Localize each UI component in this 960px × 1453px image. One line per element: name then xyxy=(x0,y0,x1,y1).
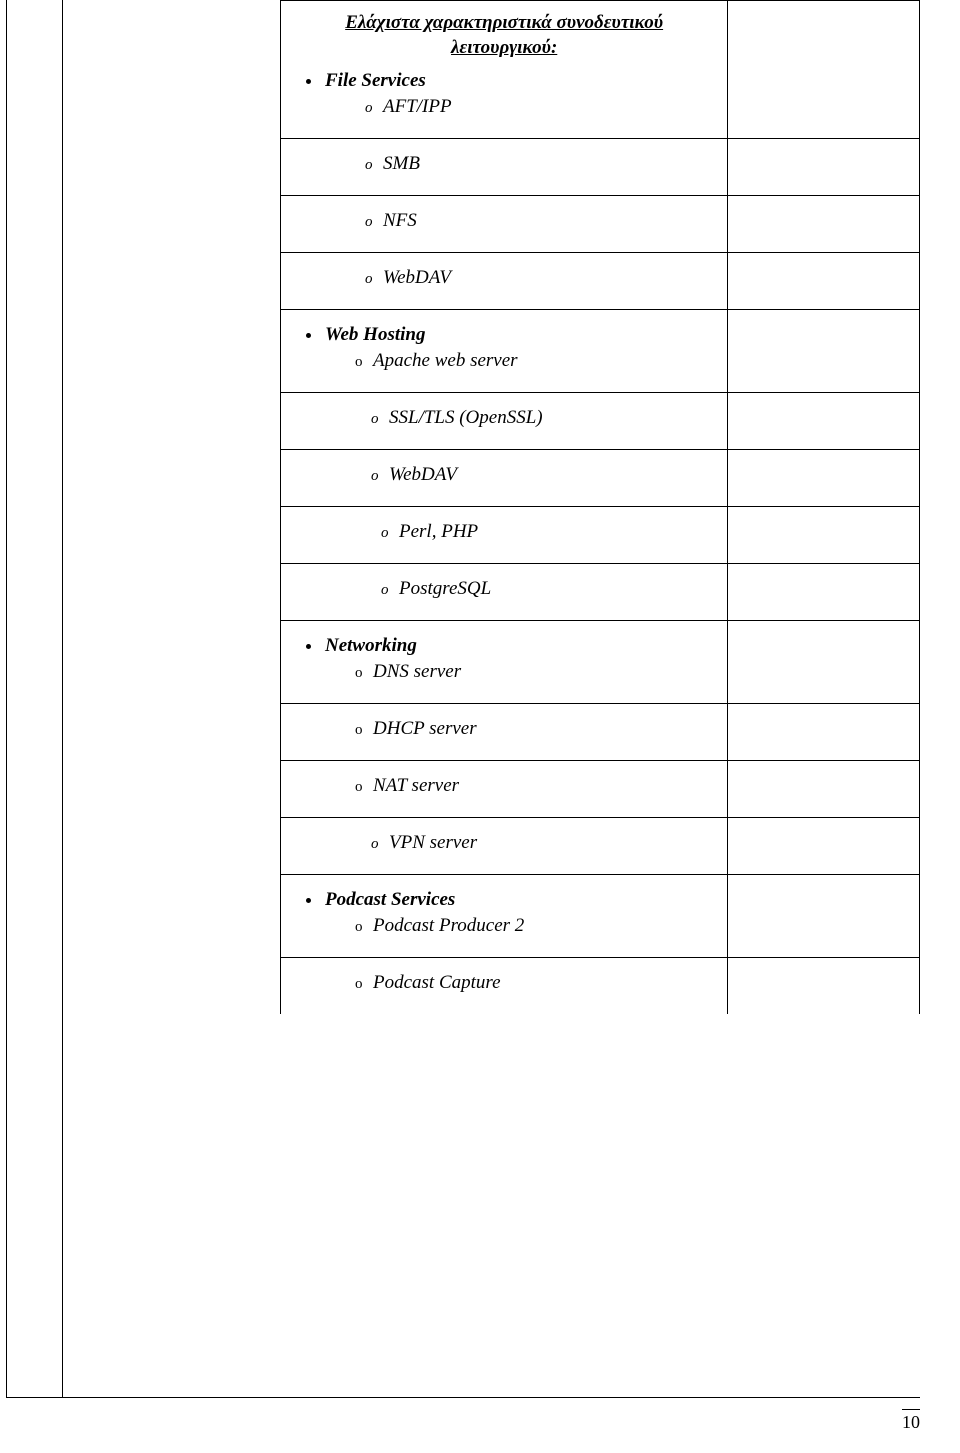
item-perl: Perl, PHP xyxy=(399,521,478,542)
item-nat: NAT server xyxy=(373,775,459,796)
footer-rule xyxy=(6,1397,920,1398)
item-dhcp: DHCP server xyxy=(373,718,477,739)
cell-webdav: oWebDAV xyxy=(281,253,728,310)
item-nfs: NFS xyxy=(383,210,417,231)
cell-empty xyxy=(728,958,920,1015)
section-title: Ελάχιστα χαρακτηριστικά συνοδευτικού λει… xyxy=(293,11,715,60)
item-vpn: VPN server xyxy=(389,832,477,853)
table-row: oVPN server xyxy=(281,818,920,875)
cell-dhcp: oDHCP server xyxy=(281,704,728,761)
cell-podcast: Podcast Services oPodcast Producer 2 xyxy=(281,875,728,958)
cell-capture: oPodcast Capture xyxy=(281,958,728,1015)
page-number: 10 xyxy=(902,1409,920,1433)
cell-networking: Networking oDNS server xyxy=(281,621,728,704)
cell-nfs: oNFS xyxy=(281,196,728,253)
table-row: oNAT server xyxy=(281,761,920,818)
item-smb: SMB xyxy=(383,153,420,174)
cell-vpn: oVPN server xyxy=(281,818,728,875)
item-postgres: PostgreSQL xyxy=(399,578,491,599)
item-capture: Podcast Capture xyxy=(373,972,501,993)
item-producer: Podcast Producer 2 xyxy=(373,915,524,936)
title-line1: Ελάχιστα χαρακτηριστικά συνοδευτικού xyxy=(345,12,663,33)
table-row: Networking oDNS server xyxy=(281,621,920,704)
networking-header: Networking xyxy=(323,635,715,657)
cell-postgres: oPostgreSQL xyxy=(281,564,728,621)
table-row: oSMB xyxy=(281,139,920,196)
cell-empty xyxy=(728,704,920,761)
cell-empty xyxy=(728,875,920,958)
file-services-header: File Services xyxy=(323,70,715,92)
table-row: oPerl, PHP xyxy=(281,507,920,564)
table-row: oDHCP server xyxy=(281,704,920,761)
cell-empty xyxy=(728,139,920,196)
spec-table: Ελάχιστα χαρακτηριστικά συνοδευτικού λει… xyxy=(280,0,920,1014)
item-dns: DNS server xyxy=(373,661,461,682)
cell-smb: oSMB xyxy=(281,139,728,196)
cell-empty xyxy=(728,253,920,310)
table-row: oWebDAV xyxy=(281,253,920,310)
item-webdav: WebDAV xyxy=(383,267,451,288)
web-hosting-header: Web Hosting xyxy=(323,324,715,346)
table-row: oSSL/TLS (OpenSSL) xyxy=(281,393,920,450)
cell-webhosting: Web Hosting oApache web server xyxy=(281,310,728,393)
cell-empty xyxy=(728,761,920,818)
table-row: oNFS xyxy=(281,196,920,253)
title-line2: λειτουργικού: xyxy=(451,37,557,58)
item-webdav2: WebDAV xyxy=(389,464,457,485)
item-aft: oAFT/IPP xyxy=(293,96,715,118)
cell-ssl: oSSL/TLS (OpenSSL) xyxy=(281,393,728,450)
cell-empty xyxy=(728,507,920,564)
table-row: oPostgreSQL xyxy=(281,564,920,621)
item-ssl: SSL/TLS (OpenSSL) xyxy=(389,407,543,428)
cell-empty xyxy=(728,450,920,507)
cell-empty xyxy=(728,196,920,253)
cell-empty xyxy=(728,818,920,875)
table-row: oPodcast Capture xyxy=(281,958,920,1015)
podcast-header: Podcast Services xyxy=(323,889,715,911)
cell-heading: Ελάχιστα χαρακτηριστικά συνοδευτικού λει… xyxy=(281,1,728,139)
cell-empty xyxy=(728,621,920,704)
table-row: Ελάχιστα χαρακτηριστικά συνοδευτικού λει… xyxy=(281,1,920,139)
table-left-rule xyxy=(62,0,63,1398)
page: Ελάχιστα χαρακτηριστικά συνοδευτικού λει… xyxy=(0,0,960,1453)
cell-empty xyxy=(728,1,920,139)
table-row: Web Hosting oApache web server xyxy=(281,310,920,393)
cell-nat: oNAT server xyxy=(281,761,728,818)
cell-empty xyxy=(728,310,920,393)
cell-perl: oPerl, PHP xyxy=(281,507,728,564)
item-apache: Apache web server xyxy=(373,350,518,371)
table-row: oWebDAV xyxy=(281,450,920,507)
table-row: Podcast Services oPodcast Producer 2 xyxy=(281,875,920,958)
left-edge-rule xyxy=(6,0,7,1398)
cell-webdav2: oWebDAV xyxy=(281,450,728,507)
cell-empty xyxy=(728,564,920,621)
cell-empty xyxy=(728,393,920,450)
